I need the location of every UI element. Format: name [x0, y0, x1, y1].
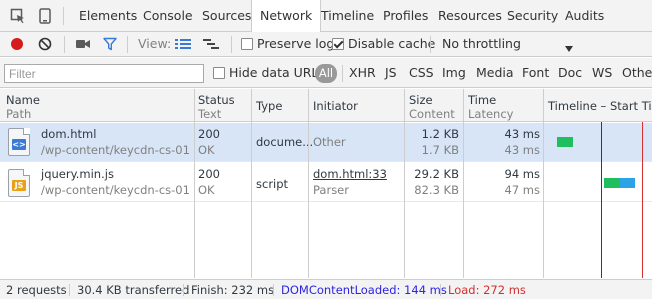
- status-divider: [273, 284, 274, 296]
- column-header-initiator[interactable]: Initiator: [313, 99, 358, 113]
- device-mode-icon[interactable]: [37, 8, 53, 24]
- filter-doc[interactable]: Doc: [558, 58, 582, 88]
- large-rows-icon[interactable]: [175, 38, 191, 50]
- filter-font[interactable]: Font: [522, 58, 549, 88]
- disable-cache-checkbox[interactable]: [332, 38, 344, 50]
- toolbar-divider: [127, 36, 128, 53]
- filter-bar: Hide data URLs All XHR JS CSS Img Media …: [0, 58, 652, 88]
- dropdown-arrow-icon[interactable]: [565, 41, 573, 52]
- table-row[interactable]: JS jquery.min.js/wp-content/keycdn-cs-01…: [0, 163, 652, 202]
- request-initiator[interactable]: dom.html:33 Parser: [313, 166, 387, 198]
- hide-data-urls-label: Hide data URLs: [229, 65, 325, 80]
- preserve-log-label: Preserve log: [257, 36, 335, 51]
- table-header: Name Path Status Text Type Initiator Size C…: [0, 89, 652, 122]
- column-divider[interactable]: [251, 89, 252, 278]
- dom-content-loaded-marker: [601, 122, 602, 278]
- tab-security[interactable]: Security: [507, 0, 558, 32]
- column-header-name[interactable]: Name Path: [6, 93, 40, 121]
- filter-css[interactable]: CSS: [409, 58, 434, 88]
- tab-audits[interactable]: Audits: [565, 0, 604, 32]
- tab-timeline[interactable]: Timeline: [321, 0, 374, 32]
- tab-console[interactable]: Console: [143, 0, 193, 32]
- view-label: View:: [138, 36, 172, 51]
- html-file-icon: <>: [8, 128, 30, 156]
- filter-other[interactable]: Other: [622, 58, 652, 88]
- filter-ws[interactable]: WS: [592, 58, 612, 88]
- request-name[interactable]: jquery.min.js/wp-content/keycdn-cs-01: [41, 166, 190, 198]
- column-divider[interactable]: [463, 89, 464, 278]
- request-type: docume...: [256, 135, 314, 149]
- tab-profiles[interactable]: Profiles: [383, 0, 428, 32]
- toolbar-divider: [64, 36, 65, 53]
- network-toolbar: View: Preserve log Disable cache No thro…: [0, 32, 652, 57]
- inspect-element-icon[interactable]: [10, 8, 26, 24]
- request-time: 43 ms 43 ms: [504, 127, 540, 157]
- transferred-size: 30.4 KB transferred: [77, 283, 190, 297]
- request-status: 200 OK: [198, 167, 220, 197]
- load-marker: [642, 122, 643, 278]
- clear-icon[interactable]: [38, 37, 52, 51]
- column-header-timeline[interactable]: Timeline – Start Time: [548, 99, 652, 113]
- request-type: script: [256, 177, 289, 191]
- js-file-icon: JS: [8, 169, 30, 197]
- column-divider[interactable]: [308, 89, 309, 278]
- preserve-log-checkbox[interactable]: [241, 38, 253, 50]
- column-header-size[interactable]: Size Content: [409, 93, 455, 121]
- request-status: 200 OK: [198, 127, 220, 157]
- status-bar: 2 requests 30.4 KB transferred Finish: 2…: [0, 279, 652, 299]
- column-header-status[interactable]: Status Text: [198, 93, 235, 121]
- column-header-type[interactable]: Type: [256, 99, 282, 113]
- tab-sources[interactable]: Sources: [202, 0, 251, 32]
- hide-data-urls-checkbox[interactable]: [213, 67, 225, 79]
- toolbar-divider: [342, 65, 343, 82]
- filter-icon[interactable]: [103, 37, 117, 51]
- status-divider: [440, 284, 441, 296]
- request-count: 2 requests: [6, 283, 67, 297]
- timeline-bar-download[interactable]: [620, 178, 635, 188]
- column-divider[interactable]: [543, 89, 544, 278]
- tab-elements[interactable]: Elements: [79, 0, 137, 32]
- overview-icon[interactable]: [203, 38, 219, 50]
- throttling-select[interactable]: No throttling: [442, 32, 521, 56]
- timeline-bar-waiting[interactable]: [604, 178, 620, 188]
- table-row[interactable]: <> dom.html/wp-content/keycdn-cs-01 200 O…: [0, 123, 652, 162]
- tab-resources[interactable]: Resources: [438, 0, 502, 32]
- request-size: 1.2 KB 1.7 KB: [421, 127, 459, 157]
- request-size: 29.2 KB 82.3 KB: [414, 167, 459, 197]
- column-divider[interactable]: [404, 89, 405, 278]
- request-time: 94 ms 47 ms: [504, 167, 540, 197]
- timeline-bar[interactable]: [557, 137, 573, 147]
- disable-cache-label: Disable cache: [348, 36, 436, 51]
- column-divider[interactable]: [194, 89, 195, 278]
- request-initiator: Other: [313, 135, 346, 149]
- column-header-time[interactable]: Time Latency: [468, 93, 513, 121]
- devtools-tab-bar: Elements Console Sources Network Timelin…: [0, 0, 652, 33]
- video-camera-icon[interactable]: [75, 38, 91, 50]
- filter-all-button[interactable]: All: [315, 64, 337, 83]
- toolbar-divider: [430, 36, 431, 53]
- dom-content-loaded-time: DOMContentLoaded: 144 ms: [281, 283, 447, 297]
- request-name[interactable]: dom.html/wp-content/keycdn-cs-01: [41, 126, 190, 158]
- filter-input[interactable]: [4, 64, 204, 83]
- toolbar-divider: [63, 7, 64, 25]
- toolbar-divider: [231, 36, 232, 53]
- filter-xhr[interactable]: XHR: [349, 58, 376, 88]
- tab-network[interactable]: Network: [251, 0, 322, 33]
- finish-time: Finish: 232 ms: [191, 283, 275, 297]
- load-time: Load: 272 ms: [448, 283, 526, 297]
- filter-img[interactable]: Img: [442, 58, 466, 88]
- filter-media[interactable]: Media: [476, 58, 514, 88]
- status-divider: [183, 284, 184, 296]
- record-icon[interactable]: [10, 37, 24, 51]
- status-divider: [69, 284, 70, 296]
- filter-js[interactable]: JS: [385, 58, 397, 88]
